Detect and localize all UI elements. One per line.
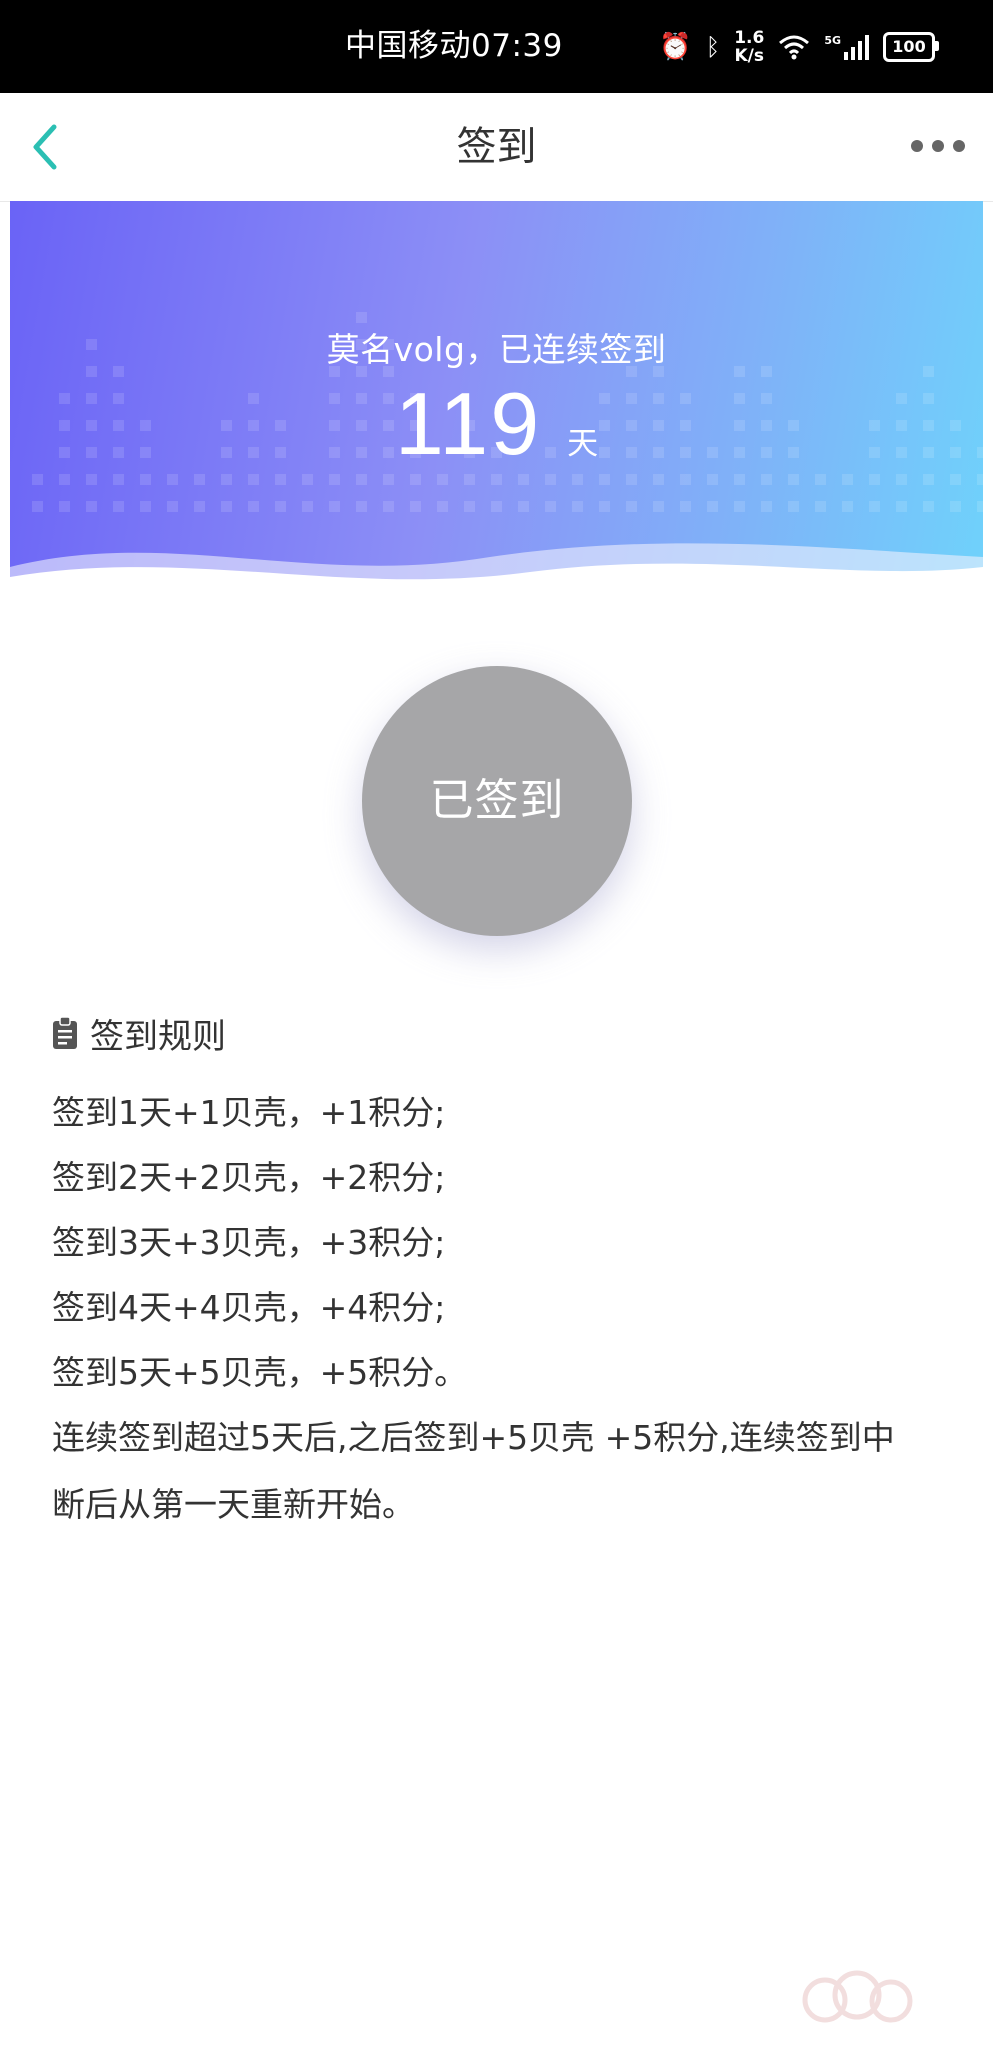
- streak-row: 119 天: [10, 373, 983, 475]
- battery-icon: 100: [883, 31, 939, 62]
- nav-bar: 签到: [0, 93, 993, 202]
- rules-title: 签到规则: [52, 1008, 226, 1058]
- rule-line: 签到4天+4贝壳，+4积分;: [52, 1288, 446, 1327]
- rule-line: 签到2天+2贝壳，+2积分;: [52, 1158, 446, 1197]
- page-title: 签到: [456, 124, 537, 170]
- streak-banner: 莫名volg，已连续签到 119 天: [10, 201, 983, 597]
- speed-unit: K/s: [734, 45, 764, 66]
- network-speed: 1.6 K/s: [734, 29, 764, 65]
- status-icons: ⏰ ᛒ 1.6 K/s 5G 100: [659, 0, 939, 93]
- rule-line: 签到1天+1贝壳，+1积分;: [52, 1093, 446, 1132]
- battery-level: 100: [892, 37, 926, 56]
- streak-count: 119: [394, 374, 542, 473]
- wifi-icon: [779, 35, 810, 59]
- rule-line: 签到3天+3贝壳，+3积分;: [52, 1223, 446, 1262]
- clipboard-icon: [53, 1016, 77, 1049]
- more-dots-icon[interactable]: [911, 140, 965, 152]
- speed-value: 1.6: [734, 27, 765, 48]
- alarm-icon: ⏰: [659, 31, 692, 62]
- signed-in-button[interactable]: 已签到: [362, 666, 632, 936]
- rule-line: 断后从第一天重新开始。: [52, 1485, 415, 1524]
- watermark-logo: [802, 1970, 913, 2023]
- rule-line: 连续签到超过5天后,之后签到+5贝壳 +5积分,连续签到中: [52, 1418, 895, 1457]
- rule-line: 签到5天+5贝壳，+5积分。: [52, 1353, 468, 1392]
- streak-unit: 天: [567, 426, 599, 462]
- wave-decoration: [10, 543, 983, 597]
- carrier-time: 中国移动07:39: [345, 28, 563, 64]
- rules-title-label: 签到规则: [90, 1016, 226, 1057]
- bluetooth-icon: ᛒ: [705, 32, 721, 61]
- signal-icon: 5G: [824, 34, 869, 60]
- network-label: 5G: [824, 33, 841, 47]
- status-bar: 中国移动07:39 ⏰ ᛒ 1.6 K/s 5G 100: [0, 0, 993, 93]
- streak-greeting: 莫名volg，已连续签到: [326, 330, 667, 369]
